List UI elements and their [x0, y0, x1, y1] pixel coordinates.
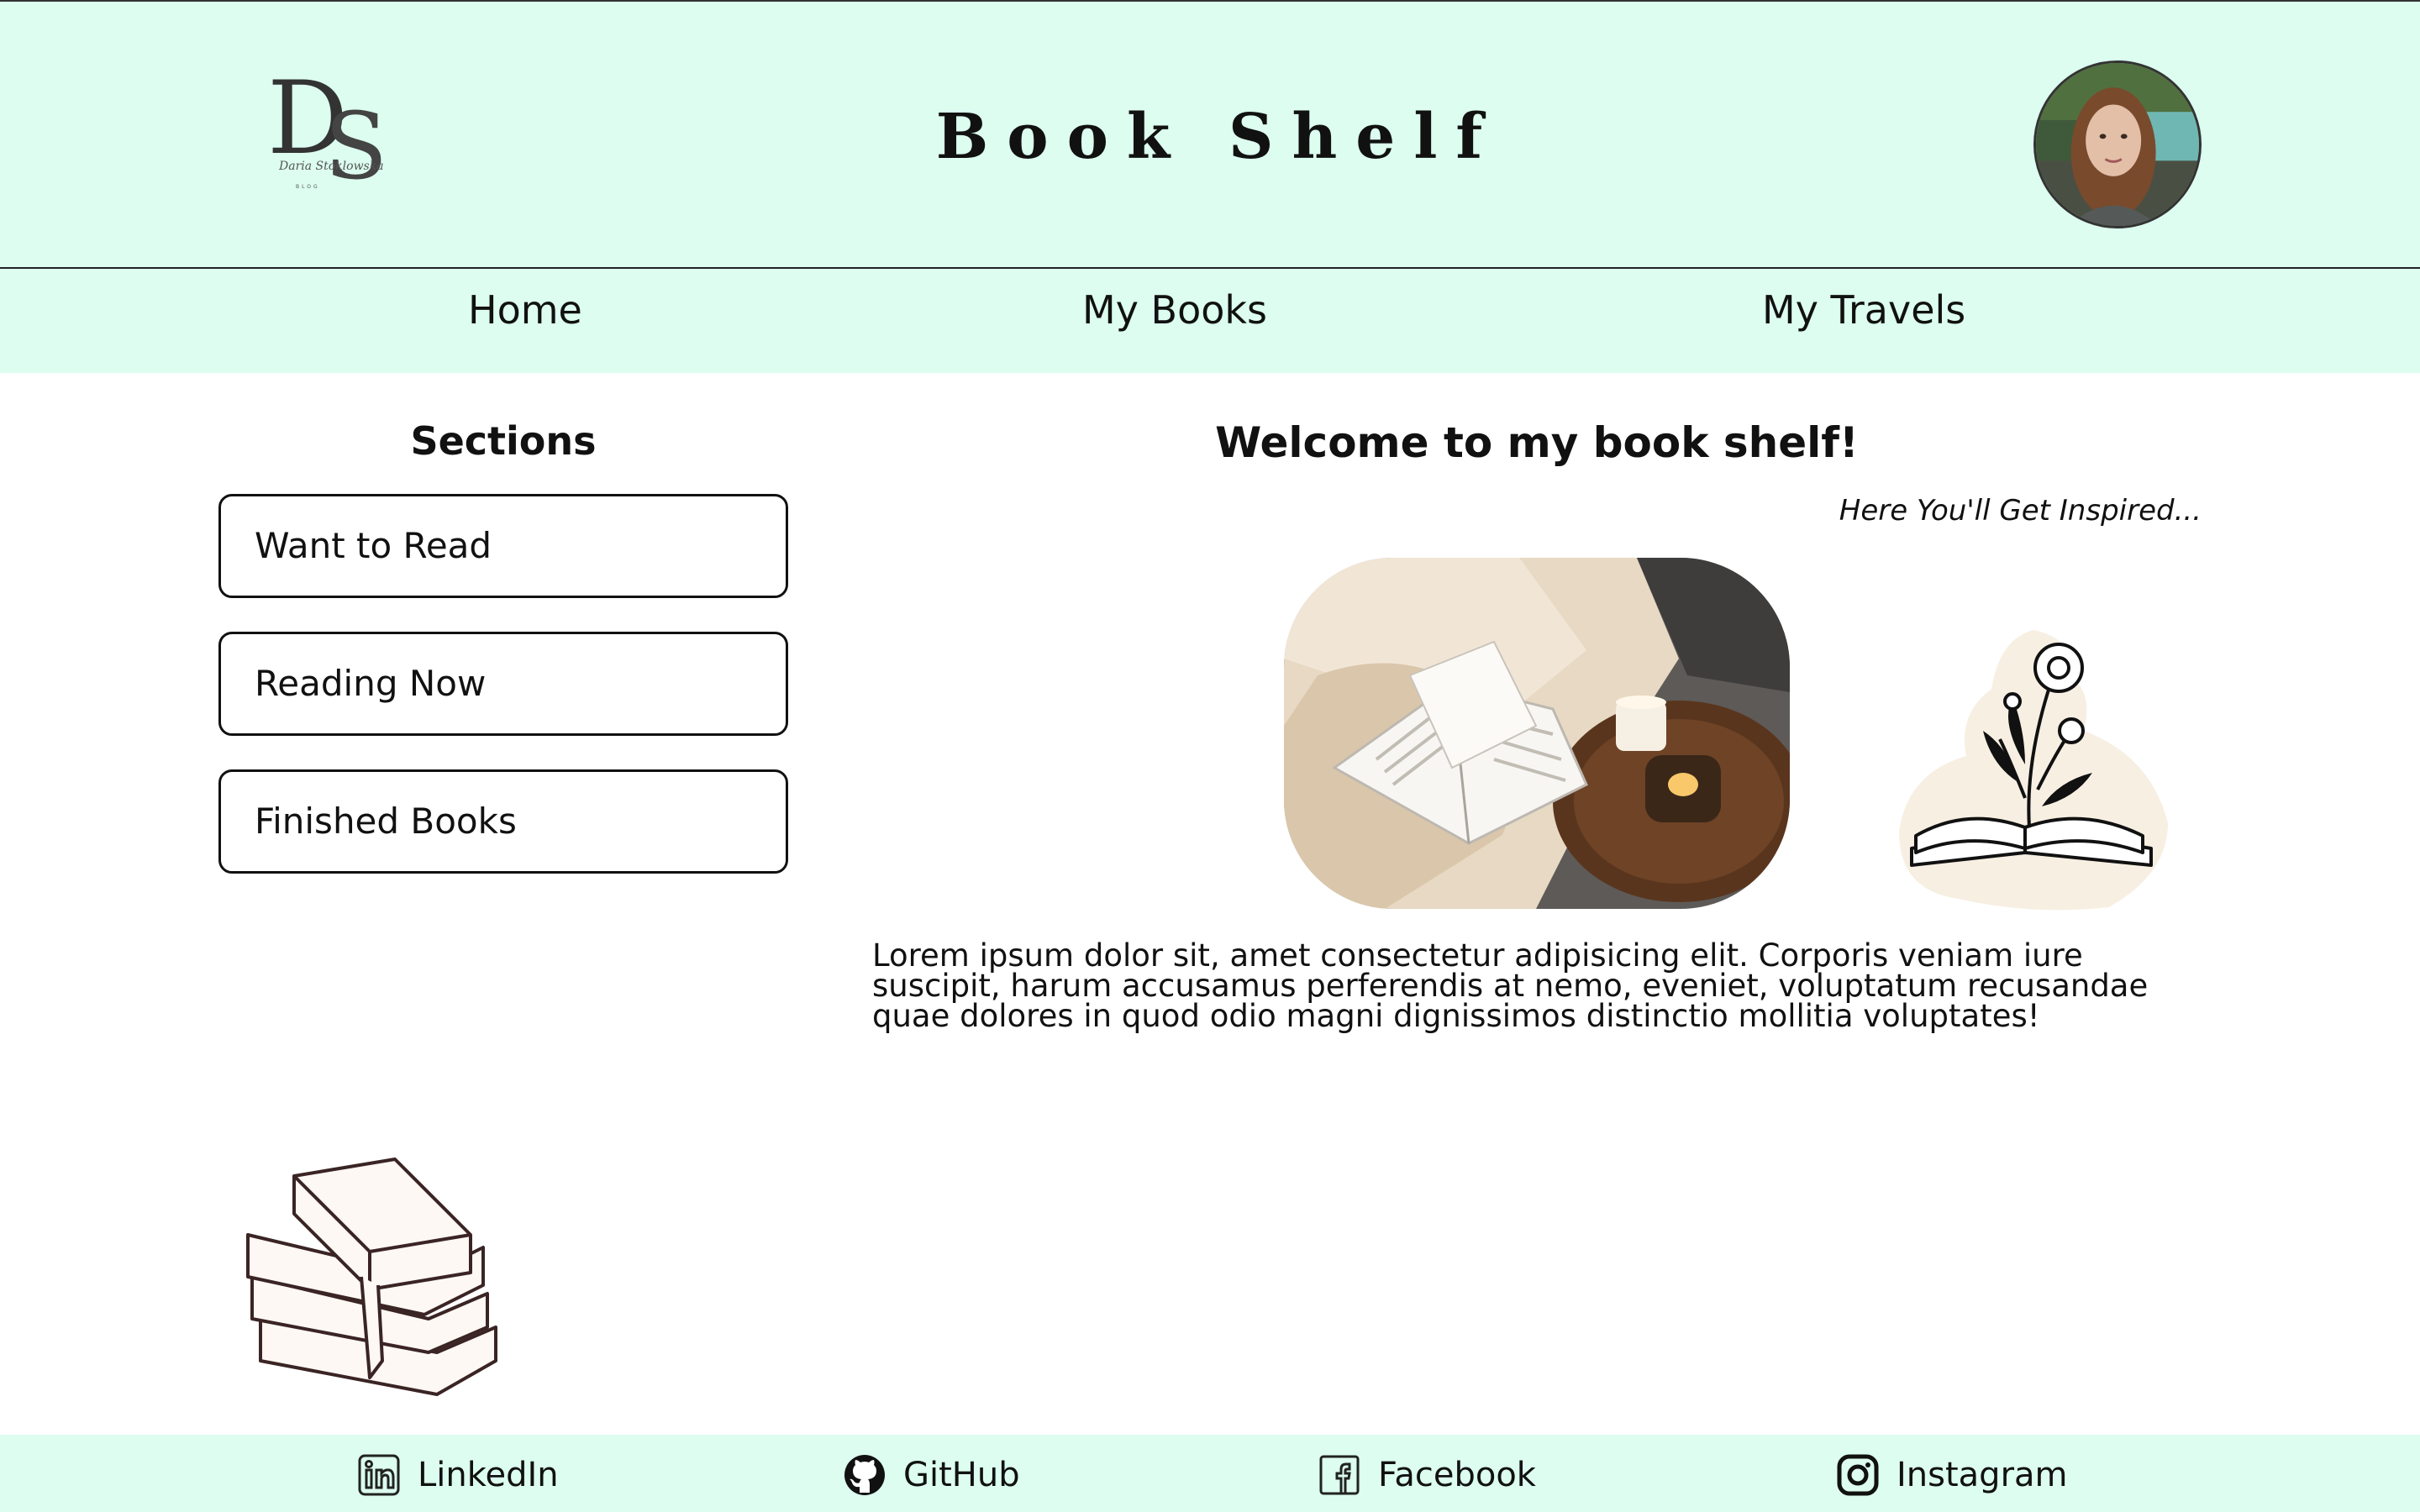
- book-flowers-sticker: [1891, 622, 2176, 916]
- reading-now-button[interactable]: Reading Now: [218, 632, 788, 736]
- site-header: D S Daria Stoklowska BLOG Book Shelf: [0, 0, 2420, 269]
- instagram-label: Instagram: [1897, 1456, 2068, 1494]
- profile-photo: [2036, 63, 2199, 226]
- linkedin-label: LinkedIn: [418, 1456, 559, 1494]
- tagline: Here You'll Get Inspired...: [1839, 494, 2202, 528]
- main-nav: Home My Books My Travels: [0, 269, 2420, 373]
- linkedin-link[interactable]: LinkedIn: [357, 1452, 559, 1499]
- instagram-link[interactable]: Instagram: [1836, 1452, 2068, 1499]
- cozy-reading-photo: [1284, 558, 1790, 909]
- github-icon: [844, 1455, 885, 1495]
- facebook-icon: [1319, 1455, 1360, 1495]
- instagram-icon: [1837, 1454, 1879, 1496]
- avatar[interactable]: [2033, 60, 2202, 228]
- book-stack-illustration: [244, 1151, 513, 1403]
- finished-books-button[interactable]: Finished Books: [218, 769, 788, 874]
- want-to-read-button[interactable]: Want to Read: [218, 494, 788, 598]
- github-label: GitHub: [903, 1456, 1020, 1494]
- nav-home[interactable]: Home: [468, 287, 582, 333]
- linkedin-icon: [358, 1454, 400, 1496]
- nav-my-books[interactable]: My Books: [1082, 287, 1267, 333]
- logo-blog-label: BLOG: [296, 184, 320, 190]
- sections-heading: Sections: [410, 418, 597, 464]
- facebook-label: Facebook: [1378, 1456, 1536, 1494]
- intro-paragraph: Lorem ipsum dolor sit, amet consectetur …: [872, 937, 2149, 1034]
- nav-my-travels[interactable]: My Travels: [1762, 287, 1965, 333]
- github-link[interactable]: GitHub: [843, 1452, 1020, 1499]
- site-footer: LinkedIn GitHub Facebook Instagram: [0, 1435, 2420, 1512]
- facebook-link[interactable]: Facebook: [1318, 1452, 1536, 1499]
- welcome-heading: Welcome to my book shelf!: [1215, 418, 1859, 467]
